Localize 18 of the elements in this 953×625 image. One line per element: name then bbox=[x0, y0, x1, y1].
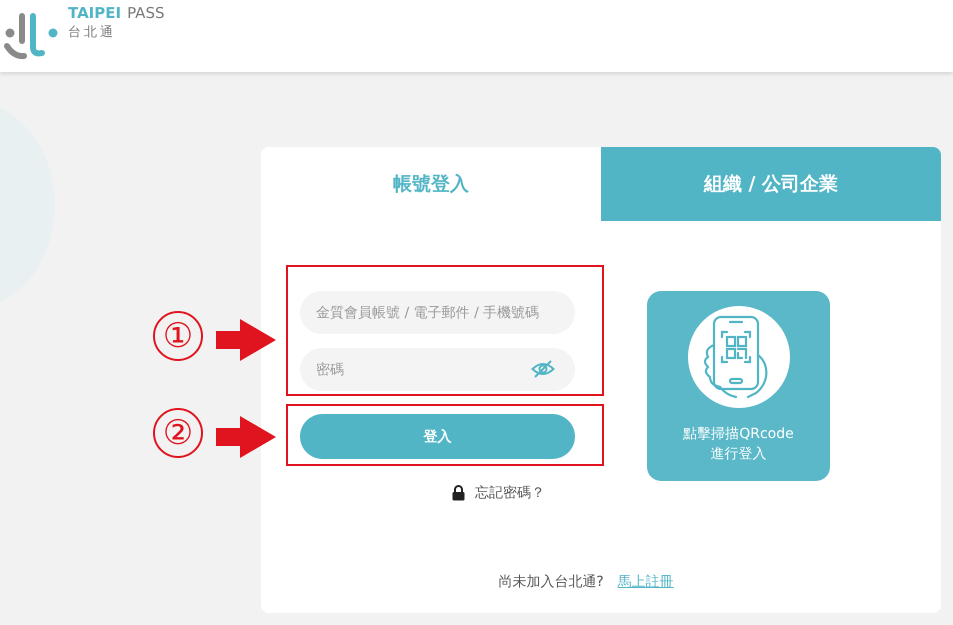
account-field[interactable]: 金質會員帳號 / 電子郵件 / 手機號碼 bbox=[300, 291, 575, 334]
logo-subtitle: 台北通 bbox=[68, 24, 117, 40]
forgot-password-link[interactable]: 忘記密碼？ bbox=[452, 484, 545, 502]
pointer-arrow-icon bbox=[216, 416, 276, 458]
hidden-eye-icon[interactable] bbox=[531, 360, 555, 378]
login-tab[interactable]: 組織 / 公司企業 bbox=[601, 147, 941, 221]
step-number: ② bbox=[153, 408, 203, 458]
pointer-arrow-icon bbox=[216, 319, 276, 361]
login-button[interactable]: 登入 bbox=[300, 414, 575, 459]
signup-prompt: 尚未加入台北通? bbox=[498, 573, 604, 591]
signup-link[interactable]: 馬上註冊 bbox=[618, 573, 674, 591]
password-field[interactable]: 密碼 bbox=[300, 348, 575, 391]
lock-icon bbox=[452, 485, 465, 501]
logo-title: PASS bbox=[127, 4, 164, 22]
step-number: ① bbox=[153, 311, 203, 361]
qr-login-button[interactable]: 點擊掃描QRcode 進行登入 bbox=[647, 291, 830, 481]
logo-icon bbox=[2, 11, 60, 61]
logo-title: TAIPEI bbox=[68, 4, 122, 22]
